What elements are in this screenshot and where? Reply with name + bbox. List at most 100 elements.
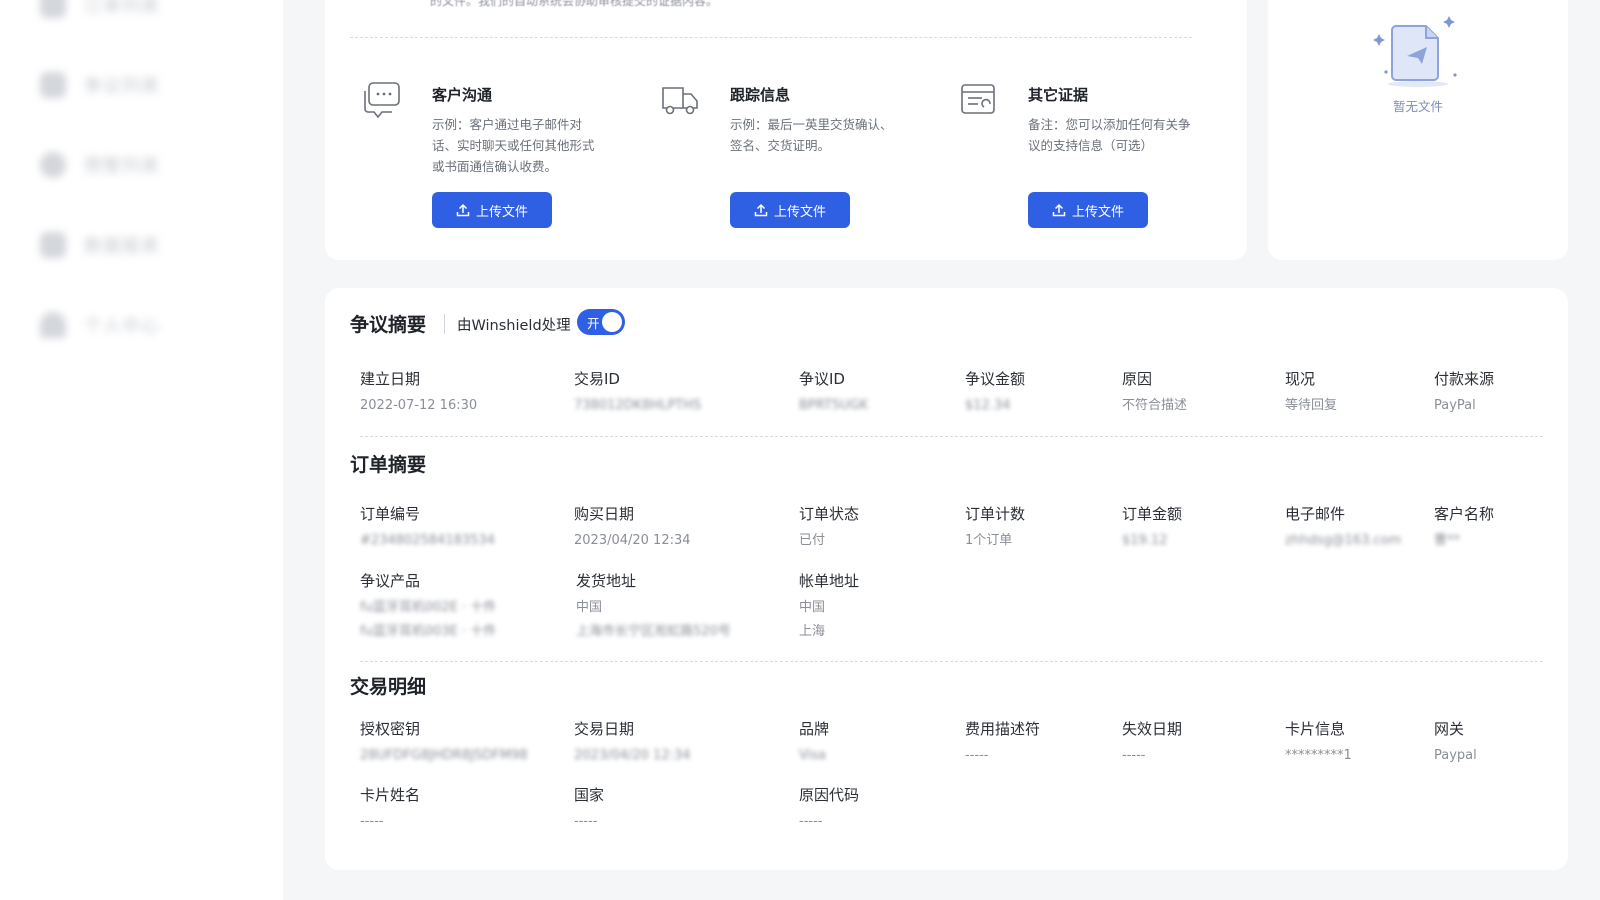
sidebar-item-reports[interactable]: 数据报表 <box>40 232 160 258</box>
field-label: 订单金额 <box>1122 505 1183 523</box>
evidence-card: 的文件。我们的自动系统会协助审核提交的证据内容。 客户沟通 示例：客户通过电子邮… <box>325 0 1247 260</box>
field-order-count: 订单计数 1个订单 <box>965 503 1025 551</box>
shield-icon <box>40 152 66 178</box>
upload-icon <box>456 203 470 217</box>
field-label: 卡片姓名 <box>360 786 421 804</box>
sidebar: 订单列表 争议列表 预警列表 数据报表 个人中心 <box>0 0 283 900</box>
field-value: 1个订单 <box>965 533 1013 548</box>
field-value: BPRT5UGK <box>799 398 869 413</box>
toggle-label: 开 <box>587 316 600 331</box>
field-brand: 品牌 Visa <box>799 718 829 766</box>
sidebar-item-disputes[interactable]: 争议列表 <box>40 72 160 98</box>
field-label: 原因 <box>1122 370 1153 388</box>
field-order-amount: 订单金额 $19.12 <box>1122 503 1182 551</box>
field-status: 现况 等待回复 <box>1285 368 1337 416</box>
handled-by-label: 由Winshield处理 <box>457 318 571 334</box>
field-label: 授权密钥 <box>360 720 421 738</box>
field-label: 争议金额 <box>965 370 1026 388</box>
field-label: 建立日期 <box>360 370 421 388</box>
upload-icon <box>1052 203 1066 217</box>
field-label: 购买日期 <box>574 505 635 523</box>
empty-file-icon <box>1373 16 1457 87</box>
field-card-info: 卡片信息 *********1 <box>1285 718 1352 766</box>
empty-files-text: 暂无文件 <box>1392 99 1443 114</box>
field-auth-key: 授权密钥 28UFDFG8JHDR8JSDFM98 <box>360 718 528 766</box>
field-label: 发货地址 <box>576 572 637 590</box>
chat-icon <box>364 82 400 119</box>
field-value: $12.34 <box>965 398 1011 413</box>
sidebar-item-orders[interactable]: 订单列表 <box>40 0 160 18</box>
evidence-title: 其它证据 <box>1028 86 1089 104</box>
field-label: 订单编号 <box>360 505 421 523</box>
field-value: ----- <box>965 748 989 763</box>
transaction-details-title: 交易明细 <box>350 676 427 698</box>
field-shipping-address: 发货地址 中国 上海市长宁区淞虹路520号 <box>576 570 731 642</box>
sidebar-item-alerts[interactable]: 预警列表 <box>40 152 160 178</box>
evidence-description: 备注：您可以添加任何有关争议的支持信息（可选） <box>1028 117 1191 153</box>
sidebar-item-label: 个人中心 <box>84 316 160 337</box>
truck-icon <box>662 87 698 115</box>
upload-button-label: 上传文件 <box>1071 204 1124 220</box>
summary-card: 争议摘要 由Winshield处理 开 建立日期 2022-07-12 16:3… <box>325 288 1568 870</box>
field-dispute-amount: 争议金额 $12.34 <box>965 368 1025 416</box>
field-value: #234802584183534 <box>360 533 495 548</box>
upload-button[interactable]: 上传文件 <box>432 192 552 228</box>
upload-button[interactable]: 上传文件 <box>1028 192 1148 228</box>
toggle-knob <box>602 312 622 332</box>
sidebar-item-label: 预警列表 <box>84 156 160 177</box>
winshield-toggle[interactable]: 开 <box>577 309 625 335</box>
evidence-title: 跟踪信息 <box>730 86 791 104</box>
evidence-description: 示例：最后一英里交货确认、签名、交货证明。 <box>730 117 893 153</box>
field-value: ----- <box>360 814 384 829</box>
sidebar-item-profile[interactable]: 个人中心 <box>40 312 160 338</box>
field-label: 订单状态 <box>799 505 860 523</box>
upload-button[interactable]: 上传文件 <box>730 192 850 228</box>
field-transaction-date: 交易日期 2023/04/20 12:34 <box>574 718 691 766</box>
field-purchase-date: 购买日期 2023/04/20 12:34 <box>574 503 691 551</box>
upload-icon <box>754 203 768 217</box>
field-value: 中国 <box>576 600 603 615</box>
field-label: 交易日期 <box>574 720 635 738</box>
files-card: 暂无文件 <box>1268 0 1568 260</box>
field-cardholder-name: 卡片姓名 ----- <box>360 784 420 832</box>
field-label: 付款来源 <box>1434 370 1495 388</box>
field-value: 已付 <box>799 533 826 548</box>
field-value: 2023/04/20 12:34 <box>574 533 691 548</box>
field-transaction-id: 交易ID 738012DK8HLPTHS <box>574 368 701 416</box>
evidence-title: 客户沟通 <box>432 86 493 104</box>
field-value: 不符合描述 <box>1122 398 1188 413</box>
sidebar-item-label: 争议列表 <box>84 76 160 97</box>
field-order-status: 订单状态 已付 <box>799 503 859 551</box>
divider <box>444 314 445 334</box>
user-icon <box>40 312 66 338</box>
field-label: 客户名称 <box>1434 505 1495 523</box>
sidebar-item-label: 订单列表 <box>84 0 160 17</box>
field-value: 上海市长宁区淞虹路520号 <box>576 624 731 639</box>
field-reason-code: 原因代码 ----- <box>799 784 859 832</box>
field-value: fu蓝牙耳机002E · 十件 <box>360 600 497 615</box>
chart-icon <box>40 232 66 258</box>
field-value: Visa <box>799 748 826 763</box>
field-label: 订单计数 <box>965 505 1026 523</box>
field-created-date: 建立日期 2022-07-12 16:30 <box>360 368 477 416</box>
divider <box>360 436 1543 437</box>
divider <box>360 661 1543 662</box>
field-label: 费用描述符 <box>965 720 1041 738</box>
document-icon <box>40 72 66 98</box>
field-payment-source: 付款来源 PayPal <box>1434 368 1494 416</box>
field-value: 上海 <box>799 624 826 639</box>
field-customer-name: 客户名称 曹** <box>1434 503 1494 551</box>
field-label: 争议ID <box>799 370 845 388</box>
receipt-icon <box>961 84 995 114</box>
field-value: 2022-07-12 16:30 <box>360 398 478 413</box>
field-email: 电子邮件 zhhdsg@163.com <box>1285 503 1401 551</box>
field-disputed-products: 争议产品 fu蓝牙耳机002E · 十件 fu蓝牙耳机003E · 十件 <box>360 570 496 642</box>
upload-button-label: 上传文件 <box>773 204 826 220</box>
field-value: zhhdsg@163.com <box>1285 533 1402 548</box>
field-label: 电子邮件 <box>1285 505 1346 523</box>
field-gateway: 网关 Paypal <box>1434 718 1477 766</box>
field-billing-address: 帐单地址 中国 上海 <box>799 570 859 642</box>
field-label: 交易ID <box>574 370 620 388</box>
field-label: 品牌 <box>799 720 830 738</box>
field-label: 失效日期 <box>1122 720 1183 738</box>
